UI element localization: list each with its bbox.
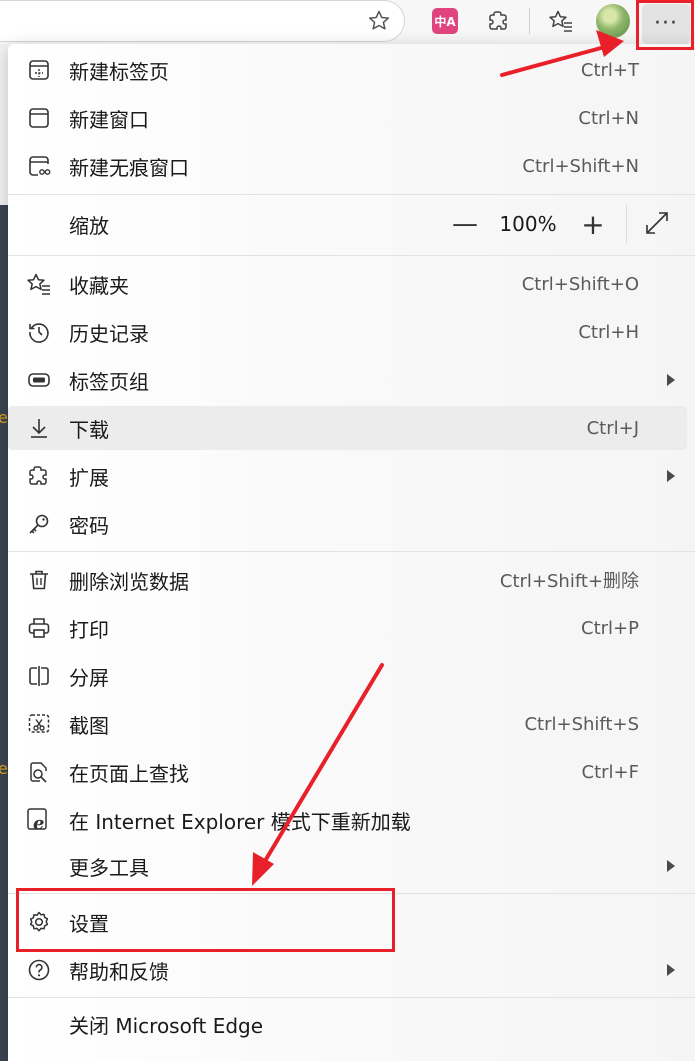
menu-item-label: 打印: [69, 617, 109, 642]
star-icon[interactable]: [362, 4, 396, 38]
menu-item-shortcut: Ctrl+T: [580, 59, 639, 81]
menu-item-label: 历史记录: [69, 321, 149, 346]
menu-item-label: 关闭 Microsoft Edge: [69, 1013, 264, 1038]
menu-item-shortcut: Ctrl+N: [578, 107, 639, 129]
menu-item-shortcut: Ctrl+P: [581, 617, 639, 639]
tab-groups-icon: [25, 366, 53, 394]
menu-item-label: 密码: [69, 513, 109, 538]
menu-item-label: 新建无痕窗口: [69, 155, 189, 180]
menu-item-new-inprivate-window[interactable]: 新建无痕窗口 Ctrl+Shift+N: [8, 144, 687, 188]
favorites-icon: [25, 270, 53, 298]
menu-item-new-window[interactable]: 新建窗口 Ctrl+N: [8, 96, 687, 140]
menu-item-find-on-page[interactable]: 在页面上查找 Ctrl+F: [8, 750, 687, 794]
menu-item-help-and-feedback[interactable]: 帮助和反馈: [8, 948, 687, 992]
profile-avatar[interactable]: [596, 4, 630, 38]
menu-item-screenshot[interactable]: 截图 Ctrl+Shift+S: [8, 702, 687, 746]
menu-item-passwords[interactable]: 密码: [8, 502, 687, 546]
page-fragment-icon: e: [0, 759, 8, 778]
menu-item-zoom: 缩放 — 100% +: [8, 202, 687, 246]
submenu-arrow-icon: [667, 470, 675, 482]
menu-item-label: 下载: [69, 417, 109, 442]
menu-item-new-tab[interactable]: 新建标签页 Ctrl+T: [8, 48, 687, 92]
annotation-highlight-settings: [16, 888, 395, 952]
menu-divider: [8, 997, 695, 998]
menu-item-history[interactable]: 历史记录 Ctrl+H: [8, 310, 687, 354]
trash-icon: [25, 566, 53, 594]
toolbar-divider: [529, 8, 530, 34]
menu-item-more-tools[interactable]: 更多工具: [8, 844, 687, 888]
inprivate-window-icon: [25, 152, 53, 180]
menu-item-label: 标签页组: [69, 369, 149, 394]
menu-item-shortcut: Ctrl+Shift+S: [524, 713, 639, 735]
menu-item-close-edge[interactable]: 关闭 Microsoft Edge: [8, 1002, 687, 1046]
zoom-out-button[interactable]: —: [450, 209, 480, 239]
zoom-level: 100%: [499, 212, 557, 236]
split-screen-icon: [25, 662, 53, 690]
menu-item-label: 帮助和反馈: [69, 959, 169, 984]
key-icon: [25, 510, 53, 538]
menu-item-label: 扩展: [69, 465, 109, 490]
help-icon: [25, 956, 53, 984]
extensions-icon: [25, 462, 53, 490]
menu-item-shortcut: Ctrl+J: [586, 417, 639, 439]
menu-item-shortcut: Ctrl+H: [578, 321, 639, 343]
menu-item-extensions[interactable]: 扩展: [8, 454, 687, 498]
menu-divider: [8, 255, 695, 256]
translate-icon[interactable]: 中A: [428, 4, 462, 38]
screenshot-icon: [25, 710, 53, 738]
submenu-arrow-icon: [667, 860, 675, 872]
submenu-arrow-icon: [667, 374, 675, 386]
menu-item-shortcut: Ctrl+F: [581, 761, 639, 783]
menu-item-split-screen[interactable]: 分屏: [8, 654, 687, 698]
menu-item-shortcut: Ctrl+Shift+删除: [499, 571, 639, 592]
new-tab-icon: [25, 56, 53, 84]
svg-text:e: e: [33, 813, 44, 834]
menu-item-favorites[interactable]: 收藏夹 Ctrl+Shift+O: [8, 262, 687, 306]
menu-item-label: 在页面上查找: [69, 761, 189, 786]
menu-item-print[interactable]: 打印 Ctrl+P: [8, 606, 687, 650]
menu-item-tab-groups[interactable]: 标签页组: [8, 358, 687, 402]
favorites-icon[interactable]: [544, 4, 578, 38]
menu-item-downloads[interactable]: 下载 Ctrl+J: [8, 406, 687, 450]
download-icon: [25, 414, 53, 442]
menu-item-label: 删除浏览数据: [69, 569, 189, 594]
zoom-in-button[interactable]: +: [578, 208, 608, 241]
history-icon: [25, 318, 53, 346]
menu-item-clear-browsing-data[interactable]: 删除浏览数据 Ctrl+Shift+删除: [8, 558, 687, 602]
annotation-highlight-more-button: [636, 0, 694, 50]
menu-item-label: 截图: [69, 713, 109, 738]
menu-item-shortcut: Ctrl+Shift+N: [522, 155, 639, 177]
menu-item-label: 在 Internet Explorer 模式下重新加载: [69, 809, 411, 834]
menu-divider: [8, 194, 695, 195]
menu-item-label: 新建标签页: [69, 59, 169, 84]
menu-item-label: 缩放: [69, 213, 109, 238]
page-fragment-icon: e: [0, 408, 8, 427]
ie-icon: e: [25, 806, 53, 834]
print-icon: [25, 614, 53, 642]
browser-toolbar: 中A ···: [0, 0, 695, 44]
submenu-arrow-icon: [667, 964, 675, 976]
zoom-divider: [626, 205, 627, 243]
address-bar[interactable]: [0, 0, 405, 42]
menu-item-label: 新建窗口: [69, 107, 149, 132]
extensions-icon[interactable]: [482, 4, 516, 38]
fullscreen-icon[interactable]: [644, 210, 672, 238]
menu-item-reload-ie-mode[interactable]: e 在 Internet Explorer 模式下重新加载: [8, 798, 687, 842]
menu-item-label: 收藏夹: [69, 273, 129, 298]
menu-divider: [8, 551, 695, 552]
new-window-icon: [25, 104, 53, 132]
menu-item-label: 分屏: [69, 665, 109, 690]
find-icon: [25, 758, 53, 786]
menu-item-shortcut: Ctrl+Shift+O: [521, 273, 639, 295]
menu-item-label: 更多工具: [69, 855, 149, 880]
